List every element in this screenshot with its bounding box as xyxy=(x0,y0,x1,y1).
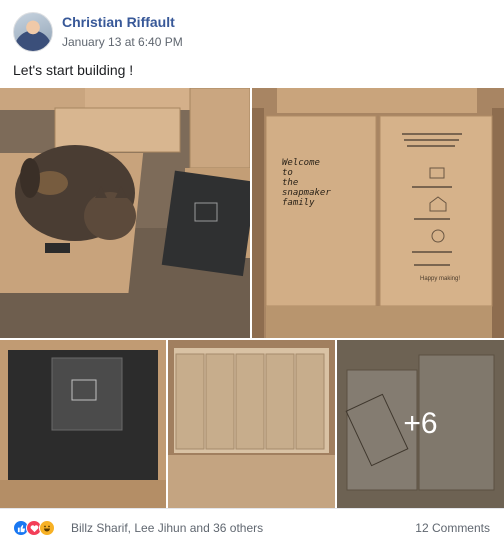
post-footer: Billz Sharif, Lee Jihun and 36 others 12… xyxy=(0,508,504,546)
reaction-icons[interactable] xyxy=(13,520,55,536)
photo-grid: Welcome to the snapmaker family Happy ma… xyxy=(0,88,504,508)
author-avatar[interactable] xyxy=(13,12,53,52)
photo-5-more-photos[interactable]: +6 xyxy=(337,340,504,508)
foam-insert-illustration xyxy=(0,340,166,508)
author-name-link[interactable]: Christian Riffault xyxy=(62,14,175,30)
more-photos-count[interactable]: +6 xyxy=(337,340,504,508)
post-timestamp[interactable]: January 13 at 6:40 PM xyxy=(62,35,183,49)
packed-parts-illustration xyxy=(168,340,335,508)
welcome-box-illustration xyxy=(252,88,504,338)
feed-post: Christian Riffault January 13 at 6:40 PM… xyxy=(0,0,504,546)
photo-3-foam-insert[interactable] xyxy=(0,340,166,508)
box-slogan: Happy making! xyxy=(420,276,461,282)
reaction-names[interactable]: Billz Sharif, Lee Jihun and 36 others xyxy=(71,521,263,535)
post-message: Let's start building ! xyxy=(13,62,134,78)
photo-4-packed-parts[interactable] xyxy=(168,340,335,508)
photo-1-cat-on-boxes[interactable] xyxy=(0,88,250,338)
haha-icon xyxy=(39,520,55,536)
box-welcome-text: Welcome to the snapmaker family xyxy=(282,158,331,208)
cat-boxes-illustration xyxy=(0,88,250,338)
comments-count-link[interactable]: 12 Comments xyxy=(415,521,490,535)
photo-2-welcome-box[interactable]: Welcome to the snapmaker family Happy ma… xyxy=(252,88,504,338)
